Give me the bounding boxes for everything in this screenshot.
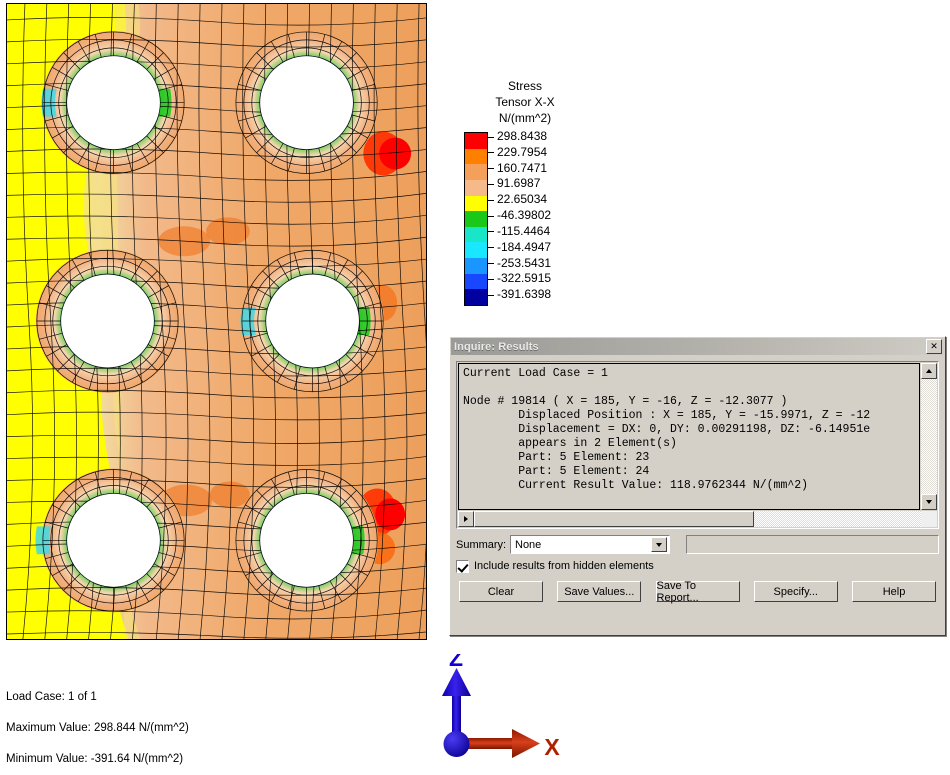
legend-tick-dash bbox=[488, 168, 494, 170]
legend-title-line-2: Tensor X-X bbox=[495, 95, 555, 109]
legend-tick-labels: 298.8438 229.7954 160.7471 91.6987 22.65034-… bbox=[488, 129, 600, 306]
help-button[interactable]: Help bbox=[852, 581, 936, 602]
dialog-title-bar[interactable]: Inquire: Results ✕ bbox=[451, 338, 944, 355]
legend-band-9 bbox=[465, 273, 487, 290]
legend-tick-label: -253.5431 bbox=[497, 255, 552, 270]
summary-result-field[interactable] bbox=[686, 535, 939, 554]
legend-band-7 bbox=[465, 242, 487, 259]
legend-tick-dash bbox=[488, 183, 494, 185]
legend-tick-label: 160.7471 bbox=[497, 160, 548, 175]
inquire-results-dialog[interactable]: Inquire: Results ✕ Current Load Case = 1… bbox=[449, 336, 946, 636]
include-hidden-label: Include results from hidden elements bbox=[474, 560, 654, 572]
maximum-value-text: Maximum Value: 298.844 N/(mm^2) bbox=[6, 722, 189, 734]
legend-tick-dash bbox=[488, 263, 494, 265]
legend-color-bar bbox=[464, 132, 488, 306]
legend-tick-label: 22.65034 bbox=[497, 192, 548, 207]
summary-row: Summary: None bbox=[456, 535, 939, 554]
include-hidden-row[interactable]: Include results from hidden elements bbox=[456, 559, 939, 573]
legend-band-0 bbox=[465, 133, 487, 149]
chevron-down-icon bbox=[926, 500, 932, 504]
legend-tick-dash bbox=[488, 231, 494, 233]
results-horizontal-scrollbar[interactable] bbox=[458, 511, 937, 527]
fea-contour-plot bbox=[7, 4, 426, 639]
axis-triad: Z X bbox=[428, 645, 578, 764]
legend-band-8 bbox=[465, 258, 487, 274]
legend-tick-dash bbox=[488, 152, 494, 154]
chevron-down-icon[interactable] bbox=[651, 537, 667, 552]
summary-label: Summary: bbox=[456, 538, 507, 551]
clear-button[interactable]: Clear bbox=[459, 581, 543, 602]
legend-tick-label: 298.8438 bbox=[497, 129, 548, 143]
chevron-right-icon bbox=[464, 516, 468, 522]
legend-band-6 bbox=[465, 226, 487, 243]
legend-tick-label: -322.5915 bbox=[497, 271, 552, 286]
axis-label-x: X bbox=[544, 734, 560, 760]
results-vertical-scrollbar[interactable] bbox=[920, 363, 937, 510]
color-legend: Stress Tensor X-X N/(mm^2) 298.8438 229.7… bbox=[455, 78, 605, 308]
legend-tick-label: -46.39802 bbox=[497, 208, 552, 223]
legend-band-2 bbox=[465, 164, 487, 180]
legend-tick-dash bbox=[488, 215, 494, 217]
legend-band-1 bbox=[465, 148, 487, 165]
legend-tick-dash bbox=[488, 247, 494, 249]
legend-tick-dash bbox=[488, 199, 494, 201]
legend-band-10 bbox=[465, 289, 487, 306]
dialog-title: Inquire: Results bbox=[454, 340, 539, 353]
scroll-up-button[interactable] bbox=[921, 363, 937, 379]
load-case-text: Load Case: 1 of 1 bbox=[6, 691, 97, 703]
chevron-down-glyph bbox=[656, 542, 662, 547]
save-to-report-button[interactable]: Save To Report... bbox=[655, 580, 740, 604]
legend-tick-dash bbox=[488, 136, 494, 138]
legend-tick-label: -391.6398 bbox=[497, 287, 552, 302]
specify-button[interactable]: Specify... bbox=[753, 581, 838, 602]
legend-band-3 bbox=[465, 179, 487, 196]
results-text-area[interactable]: Current Load Case = 1 Node # 19814 ( X =… bbox=[458, 363, 920, 510]
legend-band-4 bbox=[465, 195, 487, 212]
close-icon[interactable]: ✕ bbox=[926, 339, 942, 354]
chevron-up-icon bbox=[926, 369, 932, 373]
dialog-button-row: Clear Save Values... Save To Report... S… bbox=[456, 580, 939, 604]
summary-dropdown[interactable]: None bbox=[510, 535, 670, 554]
vertical-scroll-track[interactable] bbox=[921, 379, 937, 494]
legend-tick-label: 229.7954 bbox=[497, 144, 548, 159]
legend-tick-label: -184.4947 bbox=[497, 239, 552, 254]
legend-tick-label: -115.4464 bbox=[497, 223, 551, 238]
legend-tick-dash bbox=[488, 294, 494, 296]
legend-title: Stress Tensor X-X N/(mm^2) bbox=[455, 78, 595, 126]
axis-triad-svg: Z X bbox=[442, 645, 560, 760]
scroll-down-button[interactable] bbox=[921, 494, 937, 510]
axis-label-z: Z bbox=[449, 654, 463, 671]
legend-tick-label: 91.6987 bbox=[497, 176, 541, 191]
legend-band-5 bbox=[465, 211, 487, 227]
legend-tick-dash bbox=[488, 278, 494, 280]
scroll-right-button[interactable] bbox=[458, 511, 474, 527]
fea-plot-viewport[interactable] bbox=[6, 3, 427, 640]
save-values-button[interactable]: Save Values... bbox=[557, 581, 642, 602]
horizontal-scroll-thumb[interactable] bbox=[474, 511, 754, 527]
results-text: Current Load Case = 1 Node # 19814 ( X =… bbox=[463, 367, 871, 492]
minimum-value-text: Minimum Value: -391.64 N/(mm^2) bbox=[6, 753, 184, 765]
include-hidden-checkbox[interactable] bbox=[456, 559, 469, 573]
status-block: Load Case: 1 of 1 Maximum Value: 298.844… bbox=[6, 682, 189, 775]
summary-selected-value: None bbox=[515, 538, 542, 551]
results-output-pane[interactable]: Current Load Case = 1 Node # 19814 ( X =… bbox=[456, 361, 939, 529]
legend-title-line-3: N/(mm^2) bbox=[498, 111, 552, 125]
legend-title-line-1: Stress bbox=[507, 79, 542, 93]
